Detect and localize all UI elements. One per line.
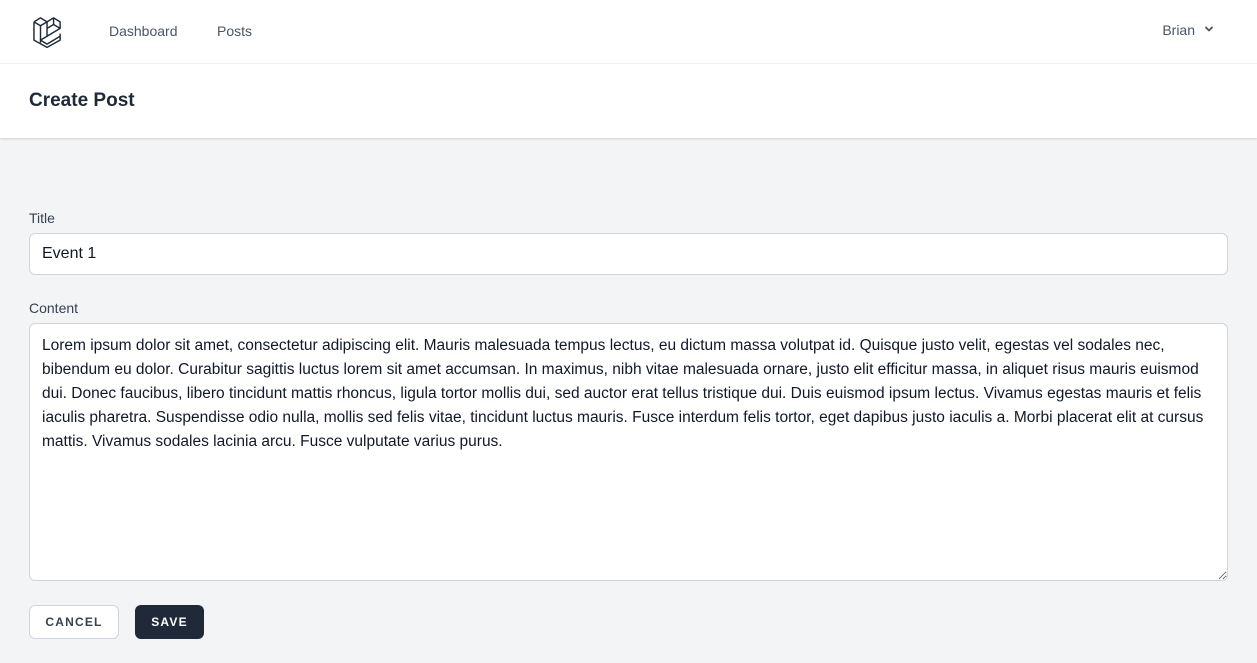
title-input[interactable]: [29, 233, 1228, 275]
save-button[interactable]: SAVE: [135, 605, 204, 639]
user-menu-dropdown[interactable]: Brian: [1162, 22, 1215, 38]
page-header: Create Post: [0, 64, 1257, 138]
nav-link-dashboard[interactable]: Dashboard: [109, 23, 178, 39]
content-label: Content: [29, 300, 79, 316]
content-textarea[interactable]: Lorem ipsum dolor sit amet, consectetur …: [29, 323, 1228, 581]
nav-link-posts[interactable]: Posts: [217, 23, 252, 39]
page-title: Create Post: [29, 90, 135, 111]
top-navigation: Dashboard Posts Brian: [0, 0, 1257, 64]
chevron-down-icon: [1203, 22, 1215, 38]
user-name: Brian: [1162, 22, 1195, 38]
title-label: Title: [29, 210, 55, 226]
laravel-logo-icon[interactable]: [32, 14, 66, 49]
cancel-button[interactable]: CANCEL: [29, 605, 119, 639]
